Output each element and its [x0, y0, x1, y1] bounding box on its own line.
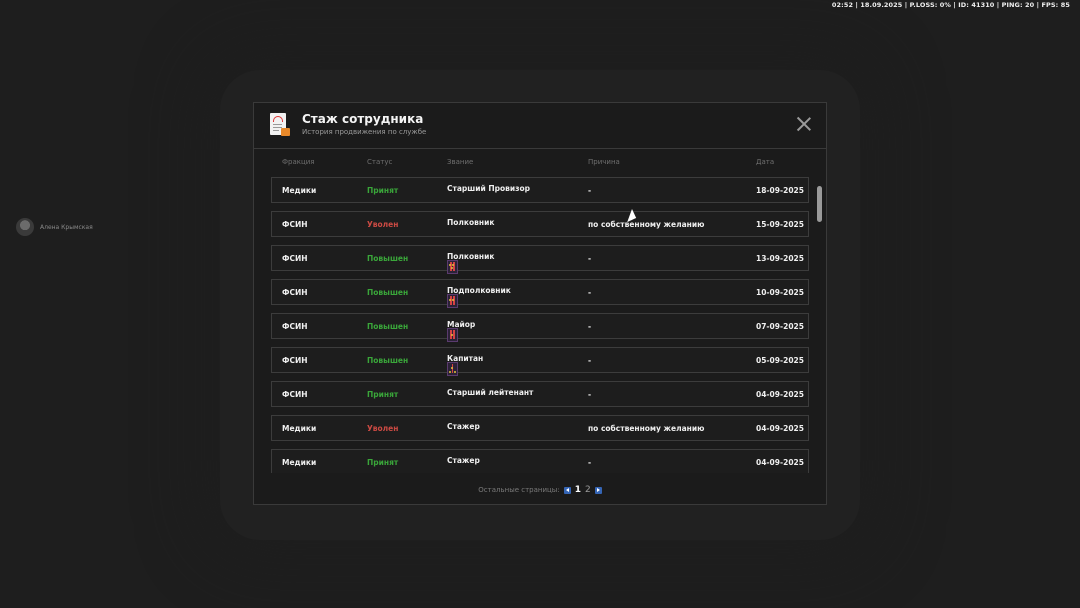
row-rank-cell: Стажер	[447, 456, 480, 465]
row-reason: -	[588, 254, 592, 263]
document-icon	[270, 113, 290, 136]
row-rank: Стажер	[447, 422, 480, 431]
history-row: Медики Принят Старший Провизор - 18-09-2025	[271, 177, 809, 203]
player-avatar	[16, 218, 34, 236]
captain-shoulder-strap-icon	[447, 362, 458, 376]
history-list: Медики Принят Старший Провизор - 18-09-2025 Ф…	[271, 177, 811, 473]
row-rank-cell: Подполковник	[447, 286, 511, 308]
player-nametag: Алена Крымская	[16, 218, 93, 236]
modal-subtitle: История продвижения по службе	[302, 128, 427, 136]
page-number-next[interactable]: 2	[585, 485, 591, 495]
prev-page-icon[interactable]	[563, 486, 571, 494]
row-date: 04-09-2025	[756, 424, 804, 433]
colonel-shoulder-strap-icon	[447, 260, 458, 274]
row-date: 05-09-2025	[756, 356, 804, 365]
row-reason: -	[588, 288, 592, 297]
page-number-current[interactable]: 1	[575, 485, 581, 495]
column-header-faction: Фракция	[282, 158, 315, 166]
history-row: ФСИН Повышен Майор - 07-09-2025	[271, 313, 809, 342]
row-faction: ФСИН	[282, 254, 308, 263]
modal-header: Стаж сотрудника История продвижения по с…	[254, 103, 826, 149]
row-rank-cell: Стажер	[447, 422, 480, 431]
row-date: 15-09-2025	[756, 220, 804, 229]
column-header-date: Дата	[756, 158, 775, 166]
row-rank-cell: Капитан	[447, 354, 483, 376]
row-rank-cell: Майор	[447, 320, 475, 342]
row-status: Принят	[367, 186, 399, 195]
row-status: Уволен	[367, 220, 399, 229]
row-status: Принят	[367, 390, 399, 399]
row-reason: по собственному желанию	[588, 220, 705, 229]
row-faction: Медики	[282, 186, 317, 195]
row-date: 04-09-2025	[756, 458, 804, 467]
column-header-reason: Причина	[588, 158, 620, 166]
employee-service-modal: Стаж сотрудника История продвижения по с…	[253, 102, 827, 505]
history-row: Медики Уволен Стажер по собственному желани…	[271, 415, 809, 441]
row-date: 10-09-2025	[756, 288, 804, 297]
row-status: Повышен	[367, 322, 409, 331]
row-reason: по собственному желанию	[588, 424, 705, 433]
modal-title: Стаж сотрудника	[302, 112, 424, 126]
row-faction: ФСИН	[282, 356, 308, 365]
row-reason: -	[588, 322, 592, 331]
row-rank: Старший Провизор	[447, 184, 531, 193]
row-rank-cell: Полковник	[447, 218, 494, 227]
row-reason: -	[588, 356, 592, 365]
row-faction: Медики	[282, 458, 317, 467]
history-row: ФСИН Повышен Капитан - 05-09-2025	[271, 347, 809, 376]
row-faction: Медики	[282, 424, 317, 433]
row-rank-cell: Старший лейтенант	[447, 388, 533, 397]
history-row: ФСИН Принят Старший лейтенант - 04-09-2025	[271, 381, 809, 407]
row-reason: -	[588, 186, 592, 195]
row-status: Уволен	[367, 424, 399, 433]
row-status: Повышен	[367, 288, 409, 297]
history-row: ФСИН Повышен Подполковник - 10-09-2025	[271, 279, 809, 308]
row-faction: ФСИН	[282, 322, 308, 331]
row-rank: Полковник	[447, 218, 495, 227]
column-header-status: Статус	[367, 158, 393, 166]
row-status: Принят	[367, 458, 399, 467]
row-faction: ФСИН	[282, 288, 308, 297]
row-status: Повышен	[367, 254, 409, 263]
row-date: 04-09-2025	[756, 390, 804, 399]
table-header: Фракция Статус Звание Причина Дата	[254, 158, 826, 170]
hud-status-bar: 02:52 | 18.09.2025 | P.LOSS: 0% | ID: 41…	[831, 1, 1070, 9]
pagination: Остальные страницы: 1 2	[254, 485, 826, 495]
next-page-icon[interactable]	[594, 486, 602, 494]
pagination-label: Остальные страницы:	[478, 486, 560, 494]
row-date: 13-09-2025	[756, 254, 804, 263]
row-rank-cell: Полковник	[447, 252, 494, 274]
row-date: 07-09-2025	[756, 322, 804, 331]
row-reason: -	[588, 390, 592, 399]
history-row: Медики Принят Стажер - 04-09-2025	[271, 449, 809, 473]
row-status: Повышен	[367, 356, 409, 365]
major-shoulder-strap-icon	[447, 328, 458, 342]
row-reason: -	[588, 458, 592, 467]
row-rank: Стажер	[447, 456, 480, 465]
scrollbar-thumb[interactable]	[817, 186, 822, 222]
row-faction: ФСИН	[282, 390, 308, 399]
history-row: ФСИН Уволен Полковник по собственному желан…	[271, 211, 809, 237]
column-header-rank: Звание	[447, 158, 474, 166]
row-date: 18-09-2025	[756, 186, 804, 195]
row-rank: Старший лейтенант	[447, 388, 534, 397]
close-icon[interactable]	[796, 116, 812, 132]
history-row: ФСИН Повышен Полковник - 13-09-2025	[271, 245, 809, 274]
row-rank-cell: Старший Провизор	[447, 184, 530, 193]
lieutenant-colonel-shoulder-strap-icon	[447, 294, 458, 308]
row-faction: ФСИН	[282, 220, 308, 229]
player-name: Алена Крымская	[40, 223, 93, 231]
